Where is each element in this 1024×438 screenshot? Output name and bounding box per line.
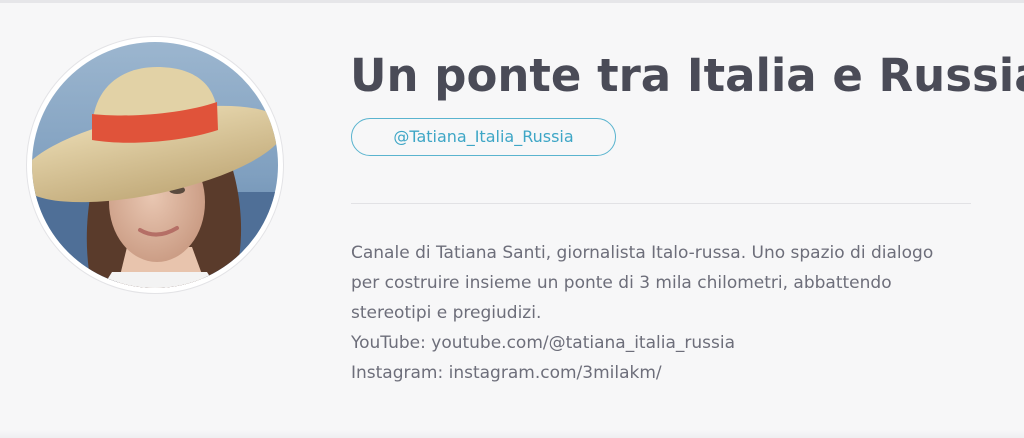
avatar[interactable] bbox=[26, 36, 284, 294]
section-divider bbox=[351, 203, 971, 204]
instagram-link-line: Instagram: instagram.com/3milakm/ bbox=[351, 363, 662, 383]
channel-description: Canale di Tatiana Santi, giornalista Ita… bbox=[351, 238, 991, 388]
avatar-photo bbox=[32, 42, 278, 288]
description-line: stereotipi e pregiudizi. bbox=[351, 303, 542, 323]
top-divider bbox=[0, 0, 1024, 3]
handle-button[interactable]: @Tatiana_Italia_Russia bbox=[351, 118, 616, 156]
page-title: Un ponte tra Italia e Russia bbox=[350, 49, 1024, 102]
bottom-divider bbox=[0, 430, 1024, 438]
description-line: Canale di Tatiana Santi, giornalista Ita… bbox=[351, 243, 934, 263]
youtube-link-line: YouTube: youtube.com/@tatiana_italia_rus… bbox=[351, 333, 735, 353]
description-line: per costruire insieme un ponte di 3 mila… bbox=[351, 273, 892, 293]
